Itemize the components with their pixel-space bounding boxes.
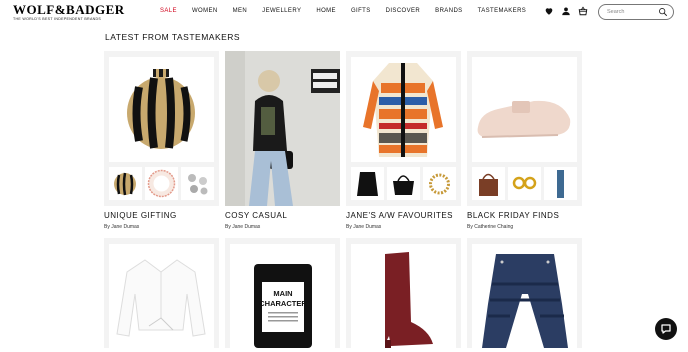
card-title[interactable]: BLACK FRIDAY FINDS: [467, 211, 559, 220]
boot-image: [351, 244, 456, 348]
card-byline: By Catherine Chaing: [467, 224, 514, 230]
chat-button[interactable]: [655, 318, 677, 340]
nav-item-gifts[interactable]: GIFTS: [351, 8, 371, 14]
thumb-vest: [351, 167, 384, 200]
thumb-vase: [109, 167, 142, 200]
search-icon[interactable]: [658, 7, 668, 17]
card-image: [104, 238, 219, 348]
thumb-earring: [423, 167, 456, 200]
brand-tagline: THE WORLD'S BEST INDEPENDENT BRANDS: [13, 17, 102, 21]
svg-text:MAIN: MAIN: [273, 289, 292, 298]
search-box: [598, 4, 674, 20]
card-title[interactable]: COSY CASUAL: [225, 211, 287, 220]
card-image: [346, 238, 461, 348]
header-icons: [544, 6, 588, 16]
clog-image: [472, 57, 577, 162]
search-input[interactable]: [607, 7, 657, 17]
thumb-jeans: [544, 167, 577, 200]
candle-image: MAIN CHARACTER: [230, 244, 335, 348]
card-image: [346, 51, 461, 206]
card-byline: By Jane Dumas: [225, 224, 261, 230]
card-title[interactable]: UNIQUE GIFTING: [104, 211, 177, 220]
section-title: LATEST FROM TASTEMAKERS: [105, 32, 241, 42]
heart-icon[interactable]: [544, 6, 554, 16]
card-image: [104, 51, 219, 206]
main-nav: SALE WOMEN MEN JEWELLERY HOME GIFTS DISC…: [160, 8, 541, 14]
thumb-tote: [472, 167, 505, 200]
card-image: [225, 51, 340, 206]
blouse-image: [109, 244, 214, 348]
card-byline: By Jane Dumas: [346, 224, 382, 230]
cardigan-image: [351, 57, 456, 162]
nav-item-women[interactable]: WOMEN: [192, 8, 218, 14]
nav-item-men[interactable]: MEN: [233, 8, 248, 14]
thumb-plate: [145, 167, 178, 200]
nav-item-brands[interactable]: BRANDS: [435, 8, 462, 14]
vase-image: [109, 57, 214, 162]
brand-logo[interactable]: WOLF&BADGER THE WORLD'S BEST INDEPENDENT…: [13, 2, 125, 21]
card-image: [467, 51, 582, 206]
chat-icon: [661, 324, 671, 334]
thumb-bag: [387, 167, 420, 200]
nav-item-tastemakers[interactable]: TASTEMAKERS: [478, 8, 527, 14]
basket-icon[interactable]: [578, 6, 588, 16]
site-header: WOLF&BADGER THE WORLD'S BEST INDEPENDENT…: [0, 0, 688, 26]
thumb-hoops: [508, 167, 541, 200]
card-byline: By Jane Dumas: [104, 224, 140, 230]
thumb-ornaments: [181, 167, 214, 200]
nav-item-discover[interactable]: DISCOVER: [386, 8, 421, 14]
brand-name: WOLF&BADGER: [13, 2, 125, 17]
denim-image: [472, 244, 577, 348]
svg-text:CHARACTER: CHARACTER: [259, 299, 307, 308]
card-title[interactable]: JANE'S A/W FAVOURITES: [346, 211, 453, 220]
nav-item-sale[interactable]: SALE: [160, 8, 177, 14]
card-image: [467, 238, 582, 348]
street-style-photo: [225, 51, 340, 206]
user-icon[interactable]: [561, 6, 571, 16]
nav-item-home[interactable]: HOME: [316, 8, 336, 14]
nav-item-jewellery[interactable]: JEWELLERY: [262, 8, 301, 14]
card-image: MAIN CHARACTER: [225, 238, 340, 348]
